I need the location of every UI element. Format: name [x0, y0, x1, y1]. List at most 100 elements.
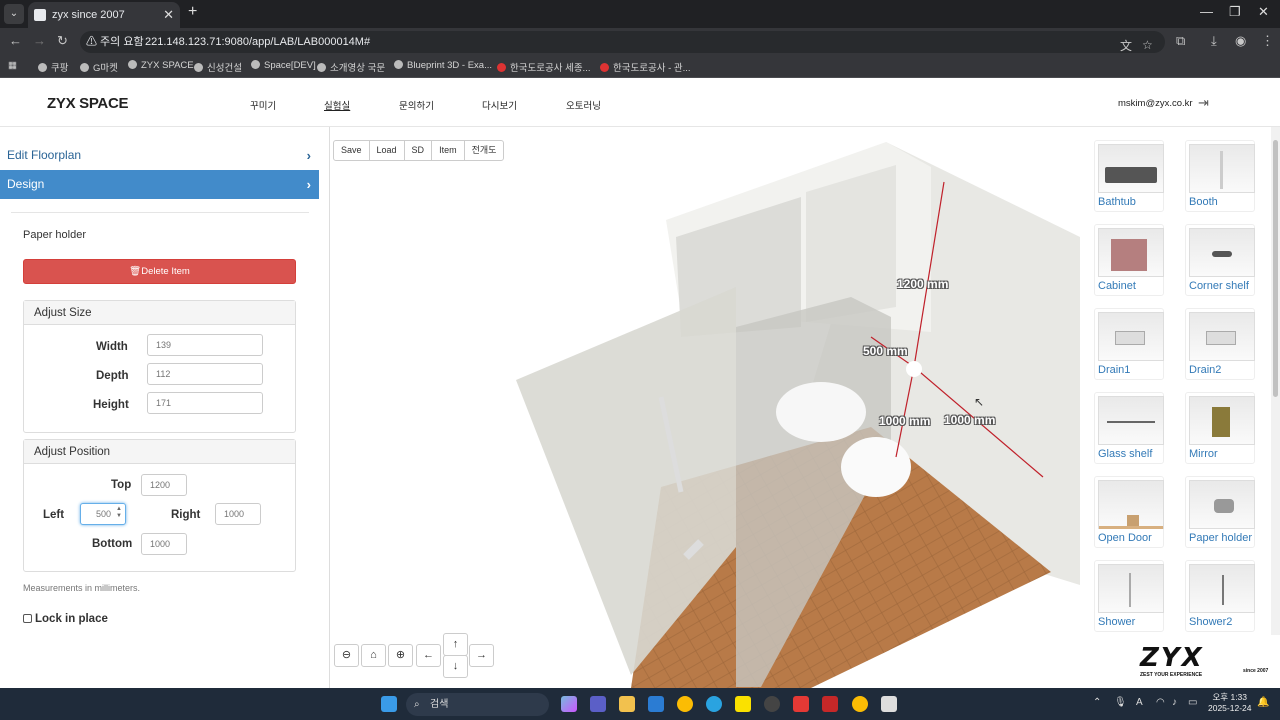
extensions-icon[interactable]: ⧉ [1176, 33, 1185, 49]
minimize-icon[interactable]: — [1200, 4, 1213, 19]
tab-close-icon[interactable]: ✕ [163, 2, 174, 28]
catalog-item-paper-holder[interactable]: Paper holder [1185, 476, 1255, 548]
bookmark-ex-admin[interactable]: 한국도로공사 - 관... [600, 60, 691, 74]
bookmark-star-icon[interactable]: ☆ [1142, 34, 1153, 56]
volume-icon[interactable]: ♪ [1172, 697, 1177, 708]
chrome-active-icon[interactable] [852, 696, 868, 712]
arrow-up-icon[interactable]: ↑ [443, 633, 468, 656]
taskbar-search[interactable]: ⌕ 검색 [406, 693, 549, 716]
width-input[interactable] [147, 334, 263, 356]
menu-autolearning[interactable]: 오토러닝 [566, 98, 601, 112]
file-explorer-icon[interactable] [619, 696, 635, 712]
apps-icon[interactable]: ▦ [8, 60, 17, 71]
catalog-item-corner-shelf[interactable]: Corner shelf [1185, 224, 1255, 296]
window-close-icon[interactable]: ✕ [1258, 4, 1269, 20]
item-catalog: Bathtub Booth Cabinet Corner shelf Drain… [1080, 127, 1280, 635]
menu-inquiry[interactable]: 문의하기 [399, 98, 434, 112]
arrow-down-icon[interactable]: ↓ [443, 655, 468, 678]
catalog-item-mirror[interactable]: Mirror [1185, 392, 1255, 464]
3d-viewport[interactable]: Save Load SD Item 전개도 1200 mm 500 mm 100… [331, 127, 1080, 688]
zoom-out-icon[interactable]: ⊖ [334, 644, 359, 667]
sd-button[interactable]: SD [403, 140, 433, 161]
load-button[interactable]: Load [368, 140, 405, 161]
design-link[interactable]: Design › [0, 170, 319, 199]
record-app-icon[interactable] [793, 696, 809, 712]
right-input[interactable] [215, 503, 261, 525]
paper-holder-model[interactable] [906, 361, 922, 377]
bookmark-intro-video[interactable]: 소개영상 국문 [317, 60, 385, 74]
left-input[interactable]: 500 ▲ ▼ [80, 503, 126, 525]
catalog-item-booth[interactable]: Booth [1185, 140, 1255, 212]
reload-icon[interactable]: ↻ [57, 33, 68, 49]
maximize-icon[interactable]: ❐ [1229, 4, 1241, 20]
delete-item-button[interactable]: 🗑Delete Item [23, 259, 296, 284]
browser-menu-icon[interactable]: ⋮ [1261, 33, 1274, 49]
vscode-icon[interactable] [648, 696, 664, 712]
hs-app-icon[interactable] [764, 696, 780, 712]
spinner-arrows-icon[interactable]: ▲ ▼ [116, 506, 122, 520]
back-icon[interactable]: ← [9, 33, 22, 48]
catalog-item-drain2[interactable]: Drain2 [1185, 308, 1255, 380]
bathroom-3d-scene[interactable] [331, 127, 1080, 688]
catalog-item-drain1[interactable]: Drain1 [1094, 308, 1164, 380]
kakaotalk-icon[interactable] [735, 696, 751, 712]
forward-icon[interactable]: → [33, 33, 46, 48]
brand-logo[interactable]: ZYX SPACE [47, 95, 129, 112]
microphone-icon[interactable]: 🎙 [1114, 697, 1127, 708]
chrome-icon[interactable] [677, 696, 693, 712]
battery-icon[interactable]: ▭ [1188, 697, 1197, 708]
bookmark-gmarket[interactable]: G마켓 [80, 60, 118, 74]
zoom-in-icon[interactable]: ⊕ [388, 644, 413, 667]
height-input[interactable] [147, 392, 263, 414]
translate-icon[interactable]: 文 [1120, 35, 1132, 57]
bookmark-ex-sejong[interactable]: 한국도로공사 세종... [497, 60, 590, 74]
remote-desktop-icon[interactable] [881, 696, 897, 712]
catalog-item-open-door[interactable]: Open Door [1094, 476, 1164, 548]
wifi-icon[interactable]: ◠ [1156, 697, 1165, 708]
catalog-scrollbar-thumb[interactable] [1273, 140, 1278, 397]
depth-input[interactable] [147, 363, 263, 385]
menu-decorate[interactable]: 꾸미기 [250, 98, 276, 112]
zyx-app-icon[interactable] [822, 696, 838, 712]
top-input[interactable] [141, 474, 187, 496]
address-bar[interactable]: ⚠ 주의 요함 221.148.123.71:9080/app/LAB/LAB0… [80, 31, 1165, 53]
telegram-icon[interactable] [706, 696, 722, 712]
edit-floorplan-link[interactable]: Edit Floorplan › [0, 141, 319, 170]
elevation-button[interactable]: 전개도 [463, 140, 505, 161]
windows-start-icon[interactable] [381, 696, 397, 712]
taskbar-clock[interactable]: 오후 1:33 2025-12-24 [1208, 692, 1251, 714]
bookmark-space-dev[interactable]: Space[DEV] [251, 60, 316, 71]
new-tab-icon[interactable]: + [188, 3, 197, 21]
bookmark-sinsung[interactable]: 신성건설 [194, 60, 242, 74]
catalog-item-bathtub[interactable]: Bathtub [1094, 140, 1164, 212]
copilot-icon[interactable] [561, 696, 577, 712]
arrow-left-icon[interactable]: ← [416, 644, 441, 667]
catalog-item-shower2[interactable]: Shower2 [1185, 560, 1255, 632]
catalog-item-glass-shelf[interactable]: Glass shelf [1094, 392, 1164, 464]
tray-expand-icon[interactable]: ⌃ [1093, 697, 1101, 708]
item-button[interactable]: Item [431, 140, 465, 161]
download-icon[interactable]: ⤓ [1211, 33, 1217, 49]
logout-icon[interactable]: ⇥ [1198, 95, 1209, 111]
bookmark-zyx-space[interactable]: ZYX SPACE [128, 60, 194, 71]
menu-replay[interactable]: 다시보기 [482, 98, 517, 112]
browser-tab[interactable]: zyx since 2007 ✕ [28, 2, 180, 28]
bookmark-blueprint3d[interactable]: Blueprint 3D - Exa... [394, 60, 492, 71]
notification-icon[interactable]: 🔔 [1257, 697, 1269, 708]
catalog-item-shower[interactable]: Shower [1094, 560, 1164, 632]
checkbox-icon[interactable] [23, 614, 32, 623]
menu-lab[interactable]: 실험실 [324, 98, 350, 112]
catalog-item-cabinet[interactable]: Cabinet [1094, 224, 1164, 296]
ime-icon[interactable]: A [1136, 697, 1143, 708]
teams-icon[interactable] [590, 696, 606, 712]
home-icon[interactable]: ⌂ [361, 644, 386, 667]
arrow-right-icon[interactable]: → [469, 644, 494, 667]
security-warning[interactable]: ⚠ 주의 요함 [86, 31, 144, 53]
bottom-input[interactable] [141, 533, 187, 555]
save-button[interactable]: Save [333, 140, 370, 161]
tab-search-icon[interactable]: ⌄ [4, 4, 24, 24]
bookmark-coupang[interactable]: 쿠팡 [38, 60, 68, 74]
profile-icon[interactable]: ◉ [1235, 33, 1246, 49]
lock-in-place-checkbox[interactable]: Lock in place [23, 613, 108, 625]
shower2-thumbnail [1189, 564, 1255, 613]
